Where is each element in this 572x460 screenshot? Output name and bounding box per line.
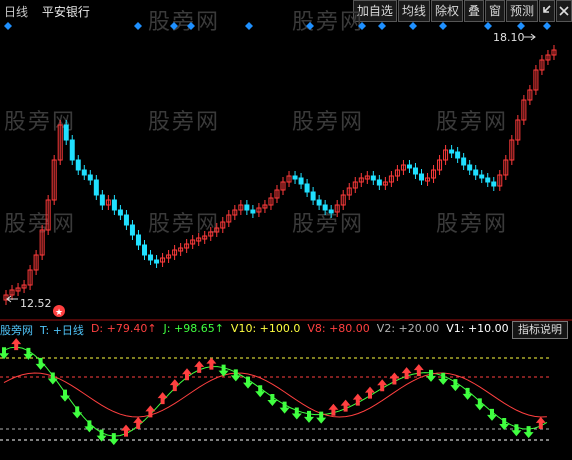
arrow-down-icon: [279, 401, 290, 414]
candle-body: [449, 149, 455, 154]
price-chart[interactable]: 18.10 12.52 ★: [0, 0, 572, 460]
candle-body: [322, 204, 328, 211]
candle-body: [376, 179, 382, 186]
arrow-down-icon: [60, 389, 70, 402]
candle-body: [154, 259, 160, 264]
candle-body: [406, 164, 412, 169]
arrow-down-icon: [35, 357, 46, 370]
indicator-name: 股旁网: [0, 324, 33, 337]
event-diamond: [245, 22, 253, 30]
candle-body: [142, 244, 147, 256]
arrow-down-icon: [243, 376, 253, 389]
candle-body: [123, 214, 129, 226]
candle-body: [63, 124, 69, 141]
candle-body: [148, 254, 154, 261]
arrow-down-icon: [499, 418, 510, 431]
event-diamond: [187, 22, 195, 30]
indicator-item: V8: +80.00: [307, 322, 370, 335]
arrow-down-icon: [84, 420, 95, 433]
arrow-down-icon: [426, 369, 436, 382]
low-price-label: 12.52: [20, 297, 52, 310]
candle-body: [412, 167, 418, 175]
candle-body: [491, 181, 497, 187]
candle-body: [485, 177, 491, 183]
arrow-up-icon: [11, 338, 22, 351]
arrow-up-icon: [157, 392, 168, 405]
event-diamond: [4, 22, 12, 30]
arrow-down-icon: [523, 426, 534, 439]
arrow-down-icon: [474, 398, 485, 411]
candle-body: [370, 175, 376, 181]
event-diamond: [484, 22, 492, 30]
event-diamond: [134, 22, 142, 30]
indicator-item: V10: +100.0: [230, 322, 301, 335]
arrow-up-icon: [194, 360, 205, 373]
candle-body: [479, 174, 485, 179]
event-icon: ★: [53, 305, 65, 318]
arrow-up-icon: [389, 372, 400, 385]
candlesticks: [3, 45, 557, 305]
arrow-down-icon: [316, 411, 327, 424]
candle-body: [461, 157, 467, 166]
candle-body: [81, 169, 87, 176]
candle-body: [419, 173, 424, 181]
candle-body: [310, 191, 316, 201]
candle-body: [292, 175, 298, 180]
arrow-up-icon: [377, 379, 388, 392]
event-diamond: [358, 22, 366, 30]
candle-body: [304, 183, 310, 193]
candle-body: [135, 234, 141, 246]
candle-body: [316, 199, 322, 206]
arrow-up-icon: [352, 393, 363, 406]
candle-body: [473, 169, 479, 176]
candle-body: [75, 159, 81, 171]
candle-body: [244, 204, 250, 211]
arrow-down-icon: [255, 385, 266, 398]
event-diamond: [439, 22, 447, 30]
arrow-down-icon: [108, 433, 119, 446]
indicator-plot: [0, 338, 552, 446]
indicator-help-button[interactable]: 指标说明: [512, 321, 568, 339]
svg-text:★: ★: [55, 308, 63, 318]
arrow-up-icon: [182, 368, 192, 381]
high-arrow-icon: [524, 33, 536, 41]
indicator-item: V1: +10.00: [446, 322, 509, 335]
event-markers: [4, 22, 551, 30]
candle-body: [69, 139, 75, 161]
j-line: [3, 346, 548, 437]
indicator-item: D: +79.40↑: [90, 322, 157, 335]
candle-body: [87, 174, 93, 181]
arrow-up-icon: [365, 386, 375, 399]
candle-body: [111, 199, 117, 211]
event-diamond: [409, 22, 417, 30]
candle-body: [467, 164, 473, 171]
arrow-down-icon: [47, 372, 58, 385]
candle-body: [99, 194, 105, 206]
high-price-label: 18.10: [493, 31, 525, 44]
event-diamond: [543, 22, 551, 30]
indicator-item: V2: +20.00: [376, 322, 440, 335]
candle-body: [129, 224, 135, 236]
arrow-up-icon: [133, 416, 144, 429]
candle-body: [250, 209, 256, 214]
arrow-up-icon: [169, 379, 180, 392]
arrow-down-icon: [462, 387, 473, 400]
candle-body: [298, 177, 304, 185]
candle-body: [455, 151, 461, 159]
event-diamond: [378, 22, 386, 30]
indicator-item: T: +日线: [40, 324, 84, 337]
candle-body: [93, 179, 99, 196]
arrow-up-icon: [206, 357, 217, 370]
candle-body: [328, 209, 334, 214]
event-diamond: [306, 22, 314, 30]
event-diamond: [517, 22, 525, 30]
arrow-down-icon: [450, 379, 461, 392]
arrow-down-icon: [72, 406, 83, 419]
arrow-down-icon: [267, 393, 278, 406]
arrow-down-icon: [487, 408, 497, 421]
indicator-item: J: +98.65↑: [163, 322, 224, 335]
candle-body: [117, 209, 123, 216]
event-diamond: [170, 22, 178, 30]
indicator-legend: 股旁网 T: +日线 D: +79.40↑ J: +98.65↑ V10: +1…: [0, 322, 510, 338]
